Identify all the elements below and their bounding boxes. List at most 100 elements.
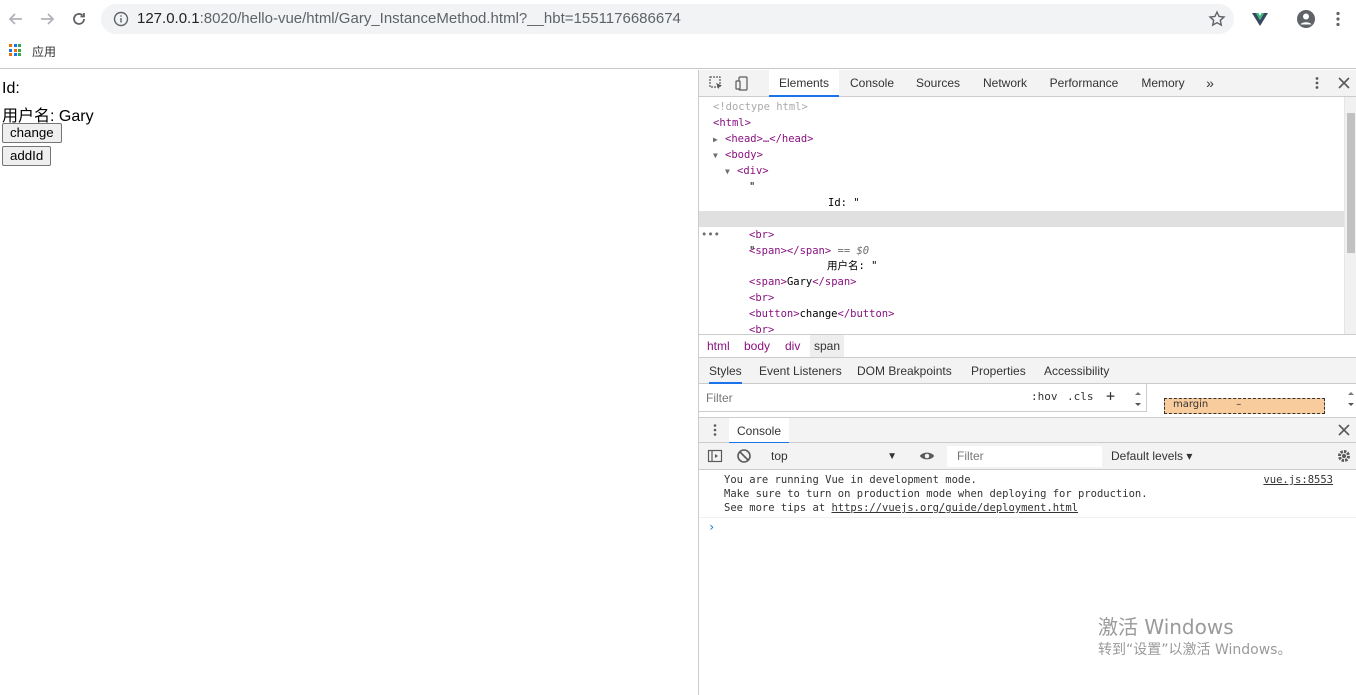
breadcrumb-html[interactable]: html <box>703 335 734 357</box>
bookmarks-bar: 应用 <box>0 38 1356 69</box>
console-log-message[interactable]: You are running Vue in development mode.… <box>724 473 1148 515</box>
tab-accessibility[interactable]: Accessibility <box>1044 358 1109 384</box>
dom-text-quote[interactable]: " <box>749 243 755 259</box>
info-icon[interactable] <box>113 11 129 27</box>
boxmodel-scroll-arrows-icon[interactable] <box>1347 388 1355 410</box>
console-sidebar-icon[interactable] <box>707 448 723 464</box>
url-text[interactable]: 127.0.0.1:8020/hello-vue/html/Gary_Insta… <box>137 10 681 27</box>
inspect-element-icon[interactable] <box>708 75 724 91</box>
bookmark-star-icon[interactable] <box>1208 10 1226 28</box>
styles-filter-input[interactable] <box>701 387 1021 409</box>
dom-node-actions-icon[interactable]: ••• <box>701 227 720 243</box>
dom-button[interactable]: <button>change</button> <box>749 306 894 322</box>
tab-properties[interactable]: Properties <box>971 358 1026 384</box>
tab-event-listeners[interactable]: Event Listeners <box>759 358 842 384</box>
log-levels-select[interactable]: Default levels ▾ <box>1111 446 1192 467</box>
reload-button[interactable] <box>69 9 89 29</box>
close-devtools-icon[interactable] <box>1336 75 1352 91</box>
apps-shortcut[interactable]: 应用 <box>32 43 56 60</box>
dom-span-gary[interactable]: <span>Gary</span> <box>749 274 857 290</box>
box-model-pane: margin – <box>1146 384 1356 414</box>
browser-toolbar: 127.0.0.1:8020/hello-vue/html/Gary_Insta… <box>0 0 1356 38</box>
devtools-panel: Elements Console Sources Network Perform… <box>698 70 1356 695</box>
tab-sources[interactable]: Sources <box>910 70 966 96</box>
tab-performance[interactable]: Performance <box>1046 70 1122 96</box>
tab-memory[interactable]: Memory <box>1136 70 1190 96</box>
watermark-title: 激活 Windows <box>1098 615 1234 639</box>
scrollbar-thumb[interactable] <box>1347 113 1355 253</box>
collapse-triangle-icon[interactable]: ▼ <box>713 148 725 164</box>
arrow-right-icon <box>41 13 55 25</box>
drawer-tab-bar: Console <box>699 417 1356 444</box>
dom-br[interactable]: <br> <box>749 290 774 306</box>
url-host: 127.0.0.1 <box>137 10 200 27</box>
new-style-rule-button[interactable]: + <box>1106 387 1115 405</box>
page-viewport: Id: 用户名: Gary change addId <box>0 70 698 695</box>
dom-br[interactable]: <br> <box>749 227 774 243</box>
console-toolbar: top ▼ Filter Default levels ▾ <box>699 443 1356 470</box>
apps-grid-icon[interactable] <box>9 44 21 56</box>
styles-scroll-arrows-icon[interactable] <box>1133 388 1143 410</box>
console-filter-input[interactable]: Filter <box>947 446 1102 467</box>
tab-elements[interactable]: Elements <box>769 70 839 97</box>
windows-activation-watermark: 激活 Windows 转到“设置”以激活 Windows。 <box>1098 614 1291 660</box>
devtools-menu-icon[interactable] <box>1309 75 1325 91</box>
close-drawer-icon[interactable] <box>1336 422 1352 438</box>
styles-tab-bar: Styles Event Listeners DOM Breakpoints P… <box>699 358 1356 384</box>
more-tabs-button[interactable]: » <box>1201 70 1219 96</box>
breadcrumb-body[interactable]: body <box>740 335 774 357</box>
clear-console-icon[interactable] <box>736 448 752 464</box>
arrow-left-icon <box>8 13 22 25</box>
execution-context-select[interactable]: top ▼ <box>765 446 905 467</box>
drawer-menu-icon[interactable] <box>707 422 723 438</box>
change-button[interactable]: change <box>2 123 62 143</box>
vue-devtools-extension-icon[interactable] <box>1250 9 1270 29</box>
message-source-link[interactable]: vue.js:8553 <box>1263 473 1333 487</box>
add-id-button[interactable]: addId <box>2 146 52 166</box>
cls-toggle[interactable]: .cls <box>1067 390 1094 403</box>
console-prompt[interactable]: › <box>708 520 715 534</box>
forward-button[interactable] <box>37 9 57 29</box>
elements-scrollbar[interactable] <box>1344 97 1356 334</box>
profile-avatar-icon[interactable] <box>1296 9 1316 29</box>
watermark-subtitle: 转到“设置”以激活 Windows。 <box>1098 642 1292 658</box>
dom-br[interactable]: <br> <box>749 322 774 334</box>
dom-body[interactable]: ▼ <body> <box>713 147 763 163</box>
dom-text-quote[interactable]: " <box>749 179 755 195</box>
device-toolbar-icon[interactable] <box>734 75 750 91</box>
hov-toggle[interactable]: :hov <box>1031 390 1058 403</box>
tab-styles[interactable]: Styles <box>709 358 742 384</box>
dom-span-selected[interactable]: ••• <span></span> == $0 <box>699 211 1344 257</box>
live-expression-eye-icon[interactable] <box>919 448 935 464</box>
back-button[interactable] <box>6 9 26 29</box>
console-messages: You are running Vue in development mode.… <box>699 470 1356 695</box>
collapse-triangle-icon[interactable]: ▼ <box>725 164 737 180</box>
tab-network[interactable]: Network <box>976 70 1034 96</box>
expand-triangle-icon[interactable]: ▶ <box>713 132 725 148</box>
breadcrumb-span[interactable]: span <box>810 335 845 357</box>
dom-text-username[interactable]: 用户名: " <box>827 258 877 274</box>
dom-head[interactable]: ▶ <head>…</head> <box>713 131 814 147</box>
dom-html[interactable]: <html> <box>713 115 751 131</box>
reload-icon <box>73 13 85 25</box>
dom-breadcrumbs: html body div span <box>699 334 1356 358</box>
address-bar[interactable]: 127.0.0.1:8020/hello-vue/html/Gary_Insta… <box>101 4 1234 34</box>
breadcrumb-div[interactable]: div <box>781 335 804 357</box>
console-settings-gear-icon[interactable] <box>1336 448 1352 464</box>
message-divider <box>699 517 1356 518</box>
id-line: Id: <box>2 80 20 97</box>
tab-console[interactable]: Console <box>844 70 900 96</box>
browser-menu-icon[interactable] <box>1328 9 1348 29</box>
devtools-tab-bar: Elements Console Sources Network Perform… <box>699 70 1356 97</box>
chevron-down-icon: ▼ <box>887 451 897 462</box>
vue-deployment-link[interactable]: https://vuejs.org/guide/deployment.html <box>831 502 1078 514</box>
tab-dom-breakpoints[interactable]: DOM Breakpoints <box>857 358 952 384</box>
dom-doctype[interactable]: <!doctype html> <box>713 99 808 115</box>
elements-dom-tree: <!doctype html> <html> ▶ <head>…</head> ▼… <box>699 97 1344 334</box>
box-model-margin[interactable]: margin – <box>1164 398 1325 414</box>
styles-filter-bar: :hov .cls + <box>699 384 1146 412</box>
dom-text-id[interactable]: Id: " <box>828 195 860 211</box>
drawer-tab-console[interactable]: Console <box>729 418 789 444</box>
dom-div[interactable]: ▼ <div> <box>725 163 769 179</box>
url-path: :8020/hello-vue/html/Gary_InstanceMethod… <box>199 10 681 27</box>
